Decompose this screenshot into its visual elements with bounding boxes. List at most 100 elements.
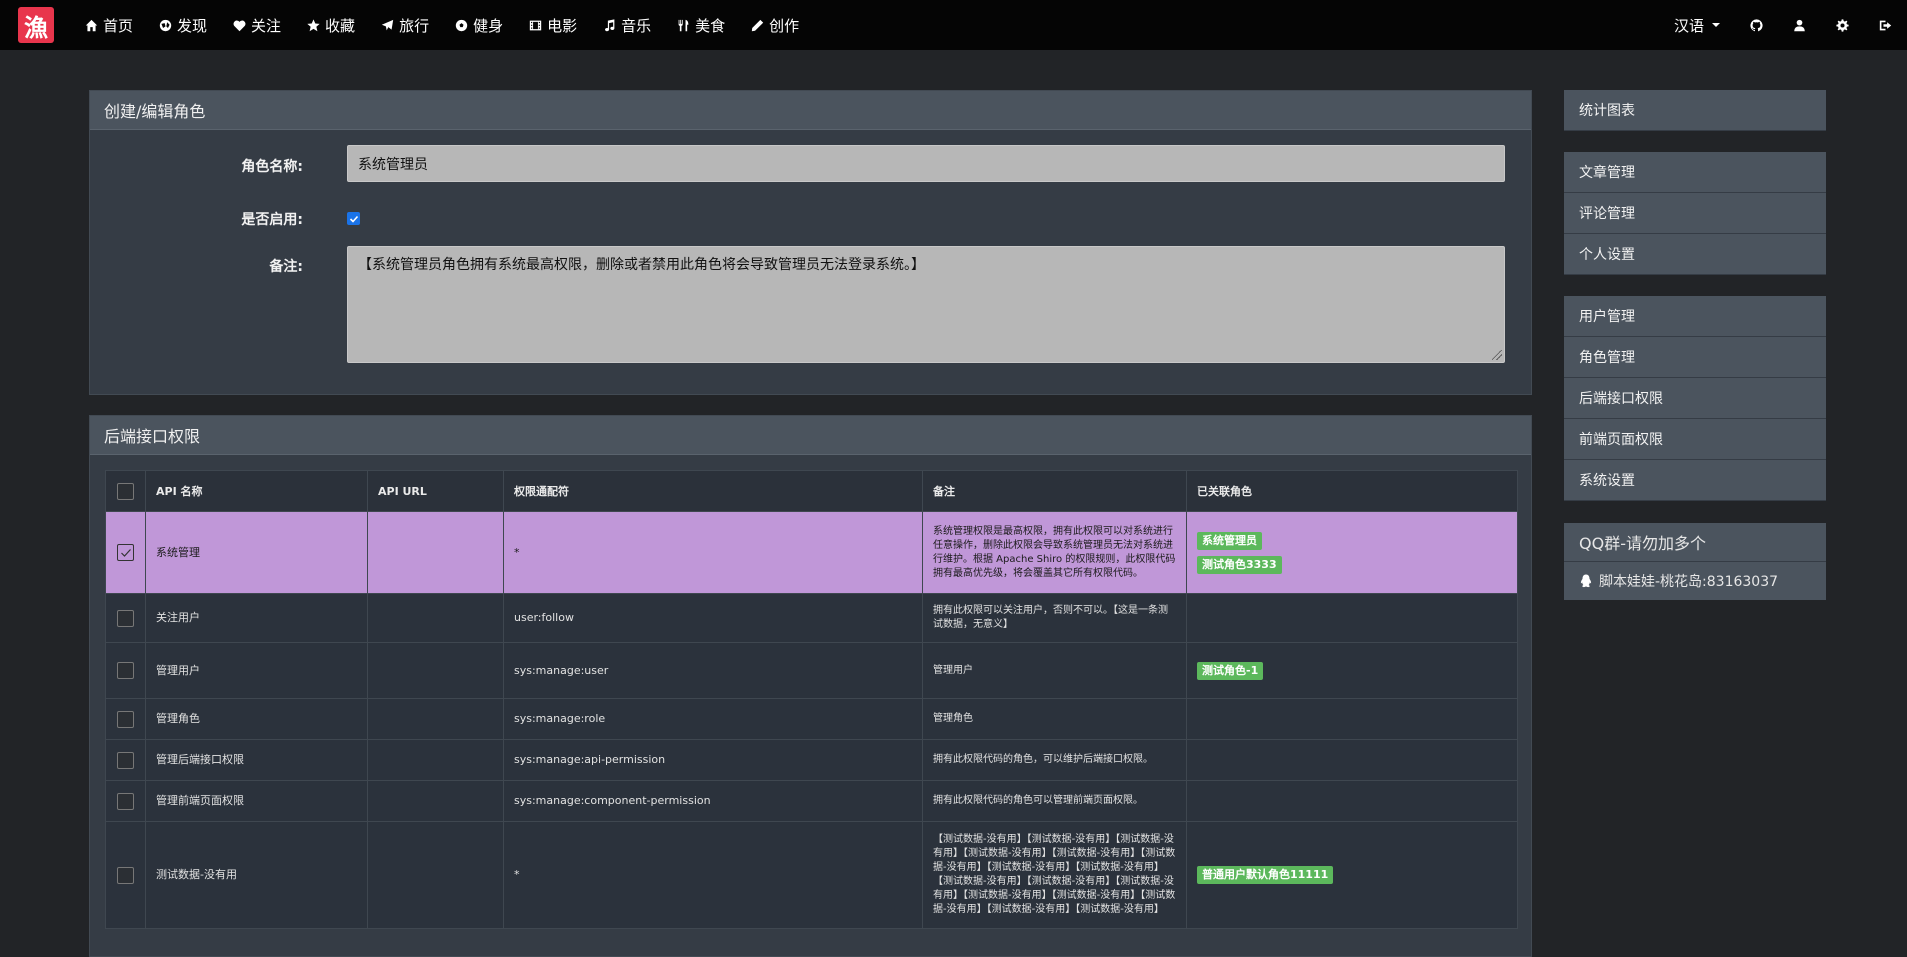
remark-cell: 拥有此权限代码的角色可以管理前端页面权限。 xyxy=(922,780,1187,822)
table-row[interactable]: 测试数据-没有用 * 【测试数据-没有用】【测试数据-没有用】【测试数据-没有用… xyxy=(105,821,1518,929)
role-badge: 测试角色3333 xyxy=(1197,555,1282,574)
language-dropdown[interactable]: 汉语 xyxy=(1659,15,1735,36)
table-row[interactable]: 管理前端页面权限 sys:manage:component-permission… xyxy=(105,780,1518,822)
row-checkbox[interactable] xyxy=(117,609,134,627)
sidebar-item-page-permissions[interactable]: 前端页面权限 xyxy=(1564,419,1826,460)
column-header[interactable]: API 名称 xyxy=(145,470,368,512)
qq-group-text: 脚本娃娃-桃花岛:83163037 xyxy=(1599,574,1779,590)
sidebar-item-articles[interactable]: 文章管理 xyxy=(1564,152,1826,193)
caret-down-icon xyxy=(1712,23,1720,27)
user-menu[interactable] xyxy=(1778,19,1821,32)
role-badge: 普通用户默认角色11111 xyxy=(1197,866,1334,884)
user-icon xyxy=(1794,19,1805,31)
column-header[interactable]: 已关联角色 xyxy=(1186,470,1518,512)
nav-right-group: 汉语 xyxy=(1659,0,1907,50)
api-url-cell xyxy=(367,511,504,594)
table-row[interactable]: 管理用户 sys:manage:user 管理用户 测试角色-1 xyxy=(105,642,1518,699)
music-icon xyxy=(605,18,615,31)
sidebar-item-system-settings[interactable]: 系统设置 xyxy=(1564,460,1826,501)
nav-item-food[interactable]: 美食 xyxy=(664,15,738,36)
api-permissions-table: API 名称 API URL 权限通配符 备注 已关联角色 系统管理 * 系统管… xyxy=(105,470,1518,929)
row-checkbox[interactable] xyxy=(117,710,134,728)
api-name-cell: 管理角色 xyxy=(145,698,368,740)
nav-item-favorites[interactable]: 收藏 xyxy=(294,15,368,36)
role-form-panel: 创建/编辑角色 角色名称: 是否启用: 备注: 【系统管理员角色拥有系统最高权限… xyxy=(89,90,1532,395)
sidebar-item-comments[interactable]: 评论管理 xyxy=(1564,193,1826,234)
logout-icon xyxy=(1879,20,1892,30)
nav-label: 收藏 xyxy=(325,16,356,35)
film-icon xyxy=(529,20,542,30)
api-permissions-panel: 后端接口权限 API 名称 API URL 权限通配符 备注 已关联角色 系统管… xyxy=(89,415,1532,957)
role-name-input[interactable] xyxy=(347,145,1505,182)
github-icon xyxy=(1750,18,1763,31)
nav-label: 旅行 xyxy=(399,16,430,35)
table-row[interactable]: 管理后端接口权限 sys:manage:api-permission 拥有此权限… xyxy=(105,739,1518,781)
wildcard-cell: user:follow xyxy=(503,593,923,643)
table-row[interactable]: 系统管理 * 系统管理权限是最高权限，拥有此权限可以对系统进行任意操作，删除此权… xyxy=(105,511,1518,594)
language-label: 汉语 xyxy=(1673,16,1704,35)
row-checkbox[interactable] xyxy=(117,792,134,810)
api-name-cell: 管理用户 xyxy=(145,642,368,699)
plane-icon xyxy=(381,19,394,30)
nav-label: 发现 xyxy=(177,16,208,35)
table-row[interactable]: 关注用户 user:follow 拥有此权限可以关注用户，否则不可以。【这是一条… xyxy=(105,593,1518,643)
row-checkbox[interactable] xyxy=(117,866,134,884)
remark-cell: 拥有此权限可以关注用户，否则不可以。【这是一条测试数据，无意义】 xyxy=(922,593,1187,643)
sidebar-item-api-permissions[interactable]: 后端接口权限 xyxy=(1564,378,1826,419)
sidebar-item-roles[interactable]: 角色管理 xyxy=(1564,337,1826,378)
sidebar-item-stats-charts[interactable]: 统计图表 xyxy=(1564,90,1826,131)
remark-cell: 管理角色 xyxy=(922,698,1187,740)
nav-item-home[interactable]: 首页 xyxy=(72,15,146,36)
nav-label: 关注 xyxy=(251,16,282,35)
nav-item-movies[interactable]: 电影 xyxy=(516,15,590,36)
github-link[interactable] xyxy=(1735,18,1778,32)
api-name-cell: 管理后端接口权限 xyxy=(145,739,368,781)
nav-item-create[interactable]: 创作 xyxy=(738,15,812,36)
nav-label: 电影 xyxy=(547,16,578,35)
role-badge: 系统管理员 xyxy=(1197,531,1262,550)
row-checkbox[interactable] xyxy=(117,751,134,769)
api-name-cell: 管理前端页面权限 xyxy=(145,780,368,822)
wildcard-cell: * xyxy=(503,511,923,594)
nav-item-follow[interactable]: 关注 xyxy=(220,15,294,36)
row-checkbox[interactable] xyxy=(117,662,134,679)
wildcard-cell: sys:manage:role xyxy=(503,698,923,740)
api-name-cell: 测试数据-没有用 xyxy=(145,821,368,929)
nav-label: 健身 xyxy=(473,16,504,35)
remark-textarea[interactable]: 【系统管理员角色拥有系统最高权限，删除或者禁用此角色将会导致管理员无法登录系统。… xyxy=(347,246,1505,363)
nav-item-music[interactable]: 音乐 xyxy=(590,15,664,36)
resize-handle[interactable] xyxy=(1492,350,1502,360)
logout-button[interactable] xyxy=(1864,19,1907,32)
enabled-label: 是否启用: xyxy=(241,212,303,228)
select-all-cell xyxy=(105,470,146,512)
api-url-cell xyxy=(367,698,504,740)
sidebar-group-system: 用户管理 角色管理 后端接口权限 前端页面权限 系统设置 xyxy=(1564,296,1826,501)
table-row[interactable]: 管理角色 sys:manage:role 管理角色 xyxy=(105,698,1518,740)
table-header-row: API 名称 API URL 权限通配符 备注 已关联角色 xyxy=(105,470,1518,512)
panel-title: 创建/编辑角色 xyxy=(90,91,1531,130)
column-header[interactable]: 备注 xyxy=(922,470,1187,512)
column-header[interactable]: API URL xyxy=(367,470,504,512)
nav-item-fitness[interactable]: 健身 xyxy=(442,15,516,36)
row-checkbox[interactable] xyxy=(117,544,134,561)
settings-button[interactable] xyxy=(1821,18,1864,32)
qq-group-info: 脚本娃娃-桃花岛:83163037 xyxy=(1564,562,1826,600)
soccer-ball-icon xyxy=(455,19,468,31)
nav-item-travel[interactable]: 旅行 xyxy=(368,15,442,36)
column-header[interactable]: 权限通配符 xyxy=(503,470,923,512)
enabled-checkbox[interactable] xyxy=(347,212,360,225)
api-url-cell xyxy=(367,780,504,822)
select-all-checkbox[interactable] xyxy=(117,482,134,500)
checkmark-icon xyxy=(349,215,358,223)
site-logo[interactable]: 漁 xyxy=(18,7,54,43)
sidebar-group-content: 文章管理 评论管理 个人设置 xyxy=(1564,152,1826,275)
nav-item-discover[interactable]: 发现 xyxy=(146,15,220,36)
roles-cell: 系统管理员 测试角色3333 xyxy=(1186,511,1518,594)
wildcard-cell: sys:manage:user xyxy=(503,642,923,699)
role-name-label: 角色名称: xyxy=(241,159,303,175)
qq-penguin-icon xyxy=(1580,574,1592,588)
sidebar-item-users[interactable]: 用户管理 xyxy=(1564,296,1826,337)
sidebar-item-personal-settings[interactable]: 个人设置 xyxy=(1564,234,1826,275)
wildcard-cell: sys:manage:api-permission xyxy=(503,739,923,781)
api-url-cell xyxy=(367,821,504,929)
